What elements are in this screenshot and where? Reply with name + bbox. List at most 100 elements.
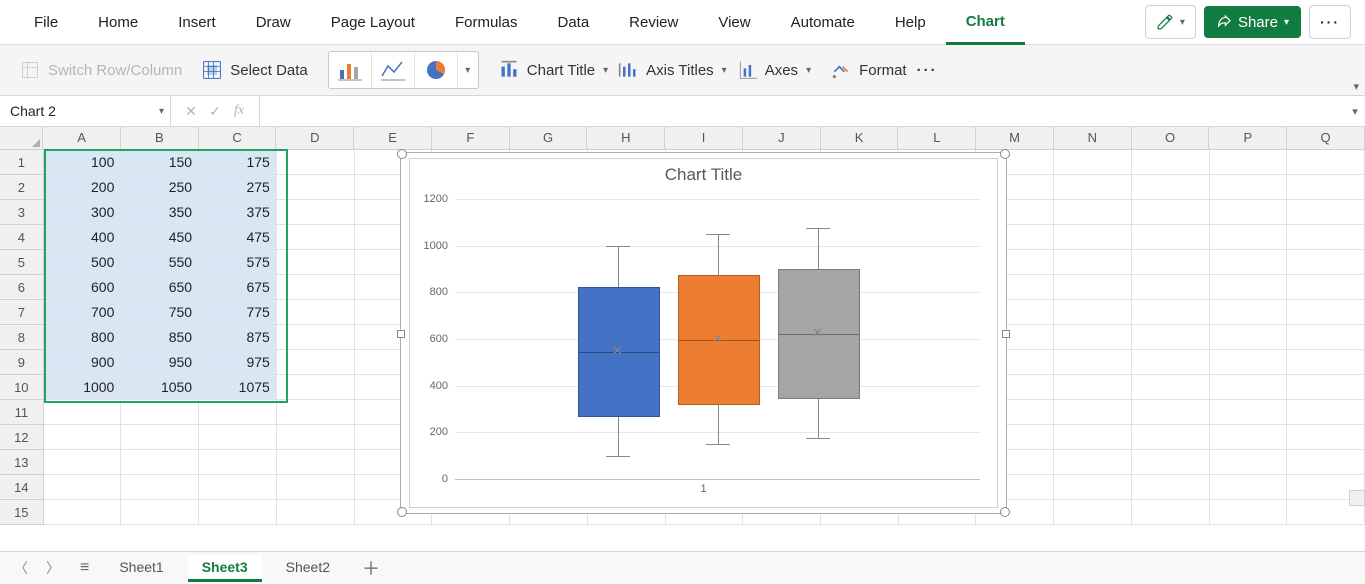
cell[interactable]: 250 [121,175,199,200]
cell[interactable] [1054,450,1132,475]
sheet-tab[interactable]: Sheet1 [105,555,177,582]
cell[interactable] [121,400,199,425]
formula-input[interactable] [260,97,1345,125]
cell[interactable] [1210,500,1288,525]
cell[interactable]: 875 [199,325,277,350]
cell[interactable] [44,500,122,525]
format-button[interactable]: Format [831,60,907,80]
cell[interactable] [121,450,199,475]
column-header[interactable]: C [199,127,277,149]
cell[interactable] [1054,400,1132,425]
row-header[interactable]: 8 [0,325,44,350]
resize-handle[interactable] [397,149,407,159]
cell[interactable] [1054,375,1132,400]
chart-type-more[interactable]: ▾ [458,52,478,88]
menu-formulas[interactable]: Formulas [435,0,538,44]
cell[interactable] [121,475,199,500]
menu-home[interactable]: Home [78,0,158,44]
menu-help[interactable]: Help [875,0,946,44]
cell[interactable] [1132,225,1210,250]
spreadsheet-grid[interactable]: ABCDEFGHIJKLMNOPQ 1100150175220025027533… [0,127,1365,540]
row-header[interactable]: 11 [0,400,44,425]
cell[interactable] [277,425,355,450]
row-header[interactable]: 5 [0,250,44,275]
cell[interactable]: 900 [44,350,122,375]
cell[interactable] [1287,375,1365,400]
cell[interactable] [1132,250,1210,275]
cell[interactable] [1054,275,1132,300]
cell[interactable] [1132,200,1210,225]
menu-automate[interactable]: Automate [771,0,875,44]
cell[interactable] [1210,450,1288,475]
cell[interactable] [1210,400,1288,425]
cell[interactable]: 975 [199,350,277,375]
column-header[interactable]: D [276,127,354,149]
cell[interactable] [1132,475,1210,500]
cell[interactable] [277,475,355,500]
sheet-tab[interactable]: Sheet3 [188,555,262,582]
axis-titles-button[interactable]: Axis Titles ▾ [618,60,727,80]
cell[interactable] [1132,400,1210,425]
select-all-corner[interactable] [0,127,43,149]
row-header[interactable]: 6 [0,275,44,300]
row-header[interactable]: 14 [0,475,44,500]
cell[interactable]: 700 [44,300,122,325]
cell[interactable] [44,475,122,500]
cell[interactable] [277,250,355,275]
cell[interactable] [121,425,199,450]
cell[interactable]: 350 [121,200,199,225]
cell[interactable] [1132,350,1210,375]
cell[interactable] [1287,250,1365,275]
cell[interactable] [1210,175,1288,200]
cell[interactable]: 200 [44,175,122,200]
cell[interactable] [1210,200,1288,225]
cell[interactable] [1210,425,1288,450]
menu-draw[interactable]: Draw [236,0,311,44]
chart-object[interactable]: Chart Title 020040060080010001200✕✕✕ 1 [400,152,1007,514]
cell[interactable] [1287,200,1365,225]
cell[interactable]: 275 [199,175,277,200]
cell[interactable] [1132,325,1210,350]
cell[interactable] [1287,350,1365,375]
column-header[interactable]: M [976,127,1054,149]
cell[interactable] [1287,400,1365,425]
cell[interactable]: 850 [121,325,199,350]
row-header[interactable]: 1 [0,150,44,175]
cell[interactable] [277,500,355,525]
collapse-ribbon-icon[interactable]: ▾ [1353,80,1359,93]
cell[interactable] [277,400,355,425]
cell[interactable] [277,325,355,350]
cell[interactable]: 175 [199,150,277,175]
cell[interactable] [44,450,122,475]
cell[interactable] [1054,425,1132,450]
menu-insert[interactable]: Insert [158,0,236,44]
cell[interactable]: 600 [44,275,122,300]
cell[interactable] [1210,300,1288,325]
column-header[interactable]: K [821,127,899,149]
cell[interactable]: 375 [199,200,277,225]
cell[interactable] [199,400,277,425]
ribbon-more-button[interactable]: ··· [917,62,938,79]
editing-mode-button[interactable]: ▾ [1145,5,1196,39]
cell[interactable] [1210,325,1288,350]
cell[interactable] [1210,150,1288,175]
row-header[interactable]: 4 [0,225,44,250]
expand-formula-bar-icon[interactable]: ▾ [1345,105,1365,118]
cell[interactable] [1287,450,1365,475]
cell[interactable] [1287,275,1365,300]
row-header[interactable]: 9 [0,350,44,375]
cell[interactable]: 550 [121,250,199,275]
row-header[interactable]: 2 [0,175,44,200]
cell[interactable] [1132,300,1210,325]
chart-type-gallery[interactable]: ▾ [328,51,479,89]
cell[interactable] [1132,500,1210,525]
cell[interactable]: 575 [199,250,277,275]
cell[interactable]: 1075 [199,375,277,400]
chart-title-button[interactable]: Chart Title ▾ [499,60,608,80]
column-header[interactable]: I [665,127,743,149]
menu-view[interactable]: View [698,0,770,44]
cell[interactable] [1054,175,1132,200]
cell[interactable] [44,400,122,425]
cell[interactable] [277,225,355,250]
sheet-nav-prev[interactable]: 〈 [10,558,32,578]
